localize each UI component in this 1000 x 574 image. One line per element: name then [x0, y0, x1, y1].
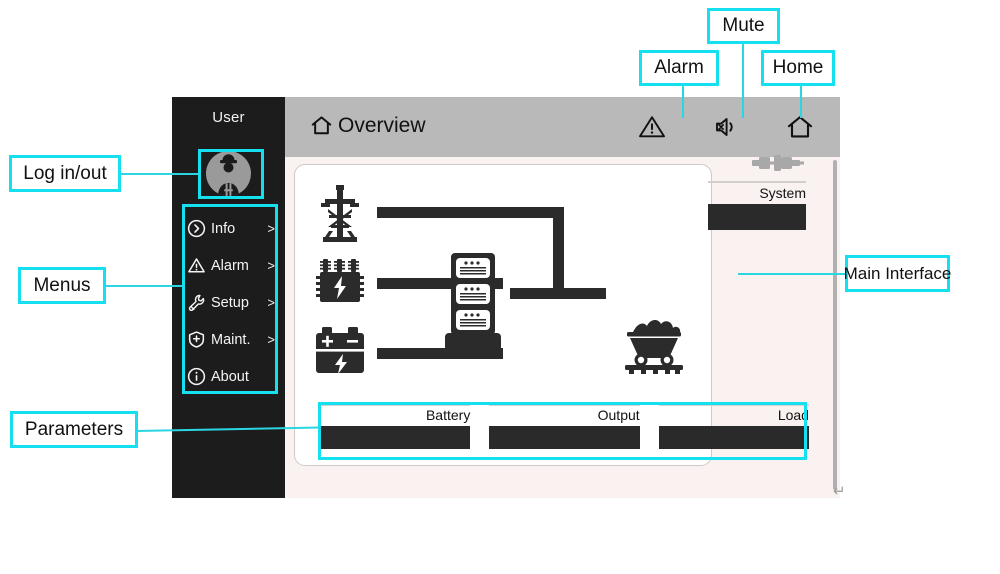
leader-line-alarm [682, 86, 684, 118]
leader-line-mute [742, 43, 744, 118]
callout-menus: Menus [18, 267, 106, 304]
callout-parameters: Parameters [10, 411, 138, 448]
battery-icon [316, 327, 364, 374]
callout-main-interface: Main Interface [844, 255, 951, 292]
page-title-text: Overview [338, 113, 426, 137]
alarm-warning-icon[interactable] [637, 112, 667, 142]
highlight-menus [182, 204, 278, 394]
leader-line-main-interface [738, 273, 848, 275]
callout-mute: Mute [707, 8, 780, 44]
transformer-icon [316, 259, 364, 302]
leader-line-home [800, 86, 802, 118]
highlight-parameters [318, 402, 807, 460]
leader-line-login [118, 173, 200, 175]
vertical-scrollbar[interactable] [833, 160, 837, 490]
mine-cart-icon [625, 320, 683, 374]
user-label: User [212, 109, 245, 126]
bus-line-vertical [553, 207, 564, 293]
mute-speaker-icon[interactable] [711, 112, 741, 142]
home-icon [311, 116, 332, 135]
paragraph-mark: ↵ [833, 483, 846, 500]
top-bar: Overview [285, 97, 840, 157]
system-readout: System [708, 181, 806, 230]
callout-alarm: Alarm [639, 50, 719, 86]
top-bar-icons [637, 112, 815, 142]
callout-home: Home [761, 50, 835, 86]
divider [708, 181, 806, 183]
system-label: System [759, 184, 806, 201]
highlight-avatar [198, 149, 264, 199]
power-tower-icon [321, 185, 359, 242]
system-value [708, 203, 806, 230]
bus-line-grid [377, 207, 563, 218]
plug-connector-icon [752, 155, 804, 171]
annotated-screenshot: User Info > Alarm > Setup > Maint. > Abo… [0, 0, 1000, 574]
rack-cabinet-icon [445, 253, 501, 351]
busbar [510, 288, 606, 299]
callout-log-in-out: Log in/out [9, 155, 121, 192]
page-title: Overview [309, 113, 426, 138]
leader-line-menus [106, 285, 184, 287]
